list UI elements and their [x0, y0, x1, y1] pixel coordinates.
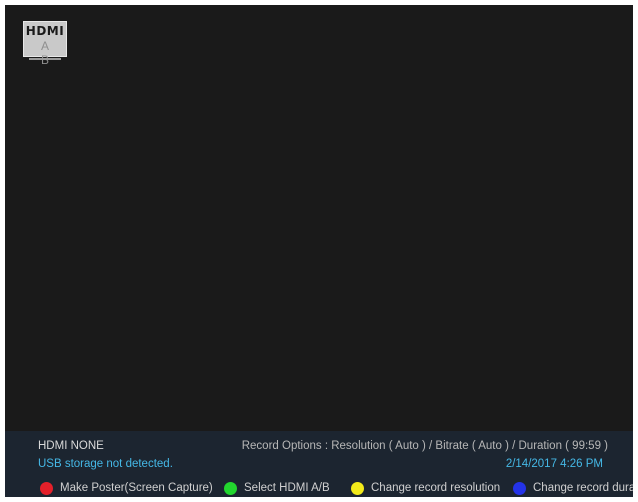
change-resolution-key[interactable]: Change record resolution — [351, 479, 500, 497]
monitor-stand-icon — [29, 58, 61, 60]
change-resolution-label: Change record resolution — [371, 482, 501, 494]
select-hdmi-label: Select HDMI A/B — [244, 482, 330, 494]
hdmi-port-labels: A B — [40, 39, 55, 67]
usb-status: USB storage not detected. — [38, 458, 173, 470]
change-duration-label: Change record duration — [533, 482, 633, 494]
hdmi-input-badge: HDMI A B — [23, 21, 67, 67]
blue-key-icon — [513, 481, 526, 495]
red-key-icon — [40, 481, 53, 495]
hdmi-ab-icon: HDMI A B — [23, 21, 67, 67]
hdmi-status: HDMI NONE — [38, 440, 104, 452]
make-poster-label: Make Poster(Screen Capture) — [60, 482, 213, 494]
color-key-legend: Make Poster(Screen Capture) Select HDMI … — [5, 479, 633, 497]
date-time: 2/14/2017 4:26 PM — [505, 458, 603, 470]
record-options: Record Options : Resolution ( Auto ) / B… — [241, 440, 608, 452]
make-poster-key[interactable]: Make Poster(Screen Capture) — [40, 479, 213, 497]
status-bar: HDMI NONE USB storage not detected. Reco… — [5, 431, 633, 497]
green-key-icon — [224, 481, 237, 495]
select-hdmi-key[interactable]: Select HDMI A/B — [224, 479, 330, 497]
hdmi-logo: HDMI — [25, 24, 65, 38]
video-screen: HDMI A B HDMI NONE USB storage not detec… — [5, 5, 633, 497]
change-duration-key[interactable]: Change record duration — [513, 479, 633, 497]
yellow-key-icon — [351, 481, 364, 495]
